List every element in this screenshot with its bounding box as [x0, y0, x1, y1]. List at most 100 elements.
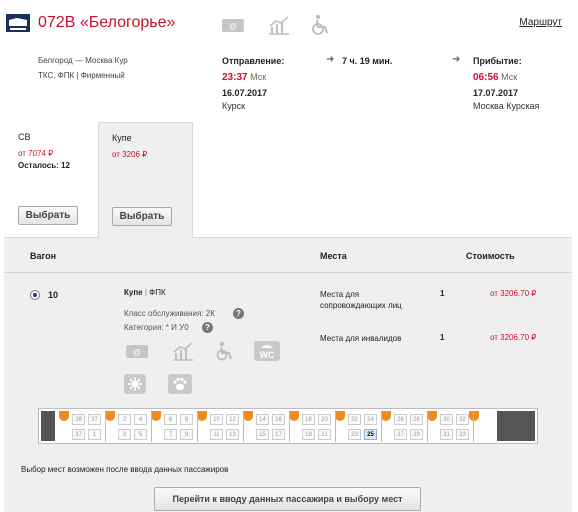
compartment-divider-icon: [427, 411, 437, 421]
trip-duration: 7 ч. 19 мин.: [342, 56, 393, 66]
seat[interactable]: 17: [272, 429, 285, 440]
seat[interactable]: 22: [348, 414, 361, 425]
seat[interactable]: 8: [180, 414, 193, 425]
wc-icon: WC: [254, 341, 280, 361]
seat[interactable]: 30: [440, 414, 453, 425]
seat[interactable]: 26: [394, 414, 407, 425]
seat[interactable]: 37: [88, 414, 101, 425]
electronic-registration-icon: @: [222, 19, 244, 32]
svg-text:@: @: [229, 22, 237, 31]
snowflake-icon: [124, 374, 146, 394]
seat[interactable]: 24: [364, 414, 377, 425]
chart-icon: [269, 16, 289, 35]
seat[interactable]: 28: [410, 414, 423, 425]
wagon-number: 10: [48, 290, 59, 300]
seat[interactable]: 32: [456, 414, 469, 425]
seat[interactable]: 9: [180, 429, 193, 440]
wagon-scheme: 38 37 37 1 2 3 4 5 6 7 8 9 10 11 12 13 14 15 16 17 18 19 20 21 2…: [38, 408, 538, 444]
tab-kupe[interactable]: Купе от 3206 ₽ Выбрать: [98, 122, 193, 238]
arrival-label: Прибытие:: [473, 56, 522, 66]
tab-sv-remaining: Осталось: 12: [18, 161, 70, 170]
help-icon[interactable]: ?: [202, 322, 213, 333]
header-places: Места: [320, 251, 347, 261]
departure-city: Курск: [222, 101, 246, 111]
compartment-divider-icon: [59, 411, 69, 421]
seat[interactable]: 11: [210, 429, 223, 440]
proceed-to-passenger-button[interactable]: Перейти к вводу данных пассажира и выбор…: [154, 487, 421, 511]
seat[interactable]: 19: [302, 429, 315, 440]
departure-tz: Мск: [250, 72, 267, 82]
svg-text:WC: WC: [260, 350, 275, 360]
compartment-divider-icon: [335, 411, 345, 421]
electronic-registration-icon: @: [126, 345, 148, 358]
seat[interactable]: 3: [118, 429, 131, 440]
paw-icon: [168, 374, 192, 394]
wagon-carrier: ФПК: [149, 288, 166, 297]
seat[interactable]: 4: [134, 414, 147, 425]
seat[interactable]: 20: [318, 414, 331, 425]
compartment-divider-icon: [469, 411, 479, 421]
wagon-end-block: [497, 411, 535, 441]
header-wagon: Вагон: [30, 251, 57, 261]
seat[interactable]: 18: [302, 414, 315, 425]
compartment-wall: [427, 412, 428, 442]
seat[interactable]: 10: [210, 414, 223, 425]
seat[interactable]: 14: [256, 414, 269, 425]
place-type-escort: Места для сопровождающих лиц: [320, 290, 402, 310]
seat[interactable]: 12: [226, 414, 239, 425]
compartment-divider-icon: [197, 411, 207, 421]
place-count-escort: 1: [440, 289, 445, 298]
chart-icon: [173, 342, 193, 361]
seat[interactable]: 5: [134, 429, 147, 440]
seat[interactable]: 7: [164, 429, 177, 440]
compartment-divider-icon: [151, 411, 161, 421]
scheme-note: Выбор мест возможен после ввода данных п…: [21, 465, 229, 474]
select-kupe-button[interactable]: Выбрать: [112, 207, 172, 226]
seat[interactable]: 6: [164, 414, 177, 425]
compartment-divider-icon: [243, 411, 253, 421]
wagon-type: Купе: [124, 288, 143, 297]
seat[interactable]: 15: [256, 429, 269, 440]
wagon-type-row: Купе | ФПК: [124, 288, 166, 297]
seat[interactable]: 16: [272, 414, 285, 425]
compartment-wall: [105, 412, 106, 442]
seat[interactable]: 1: [88, 429, 101, 440]
seat[interactable]: 37: [72, 429, 85, 440]
seat[interactable]: 21: [318, 429, 331, 440]
wheelchair-icon: [216, 341, 232, 361]
tab-kupe-price: от 3206 ₽: [112, 150, 148, 159]
departure-time-row: 23:37 Мск: [222, 72, 266, 83]
wagon-radio[interactable]: [30, 290, 40, 300]
departure-date: 16.07.2017: [222, 88, 268, 98]
arrow-right-icon: ➜: [326, 54, 335, 65]
compartment-wall: [381, 412, 382, 442]
arrival-time: 06:56: [473, 72, 499, 83]
seat[interactable]: 25: [364, 429, 377, 440]
arrival-date: 17.07.2017: [473, 88, 519, 98]
arrow-right-icon: ➜: [452, 54, 461, 65]
compartment-wall: [243, 412, 244, 442]
route-link[interactable]: Маршрут: [519, 17, 562, 28]
seat[interactable]: 2: [118, 414, 131, 425]
compartment-divider-icon: [289, 411, 299, 421]
select-sv-button[interactable]: Выбрать: [18, 206, 78, 225]
help-icon[interactable]: ?: [233, 308, 244, 319]
seat[interactable]: 27: [394, 429, 407, 440]
tab-kupe-name: Купе: [112, 133, 132, 143]
seat[interactable]: 31: [440, 429, 453, 440]
train-title: 072В «Белогорье»: [38, 14, 176, 31]
seat[interactable]: 13: [226, 429, 239, 440]
seat[interactable]: 29: [410, 429, 423, 440]
seat[interactable]: 23: [348, 429, 361, 440]
departure-label: Отправление:: [222, 56, 285, 66]
arrival-time-row: 06:56 Мск: [473, 72, 517, 83]
compartment-wall: [151, 412, 152, 442]
service-class: Класс обслуживания: 2К: [124, 309, 215, 318]
seat[interactable]: 38: [72, 414, 85, 425]
tab-sv[interactable]: СВ от 7074 ₽ Осталось: 12 Выбрать: [0, 122, 98, 236]
train-icon: [6, 14, 30, 32]
route-description: Белгород — Москва Кур: [38, 56, 128, 65]
compartment-wall: [335, 412, 336, 442]
route-class: ТКС, ФПК | Фирменный: [38, 71, 125, 80]
seat[interactable]: 33: [456, 429, 469, 440]
